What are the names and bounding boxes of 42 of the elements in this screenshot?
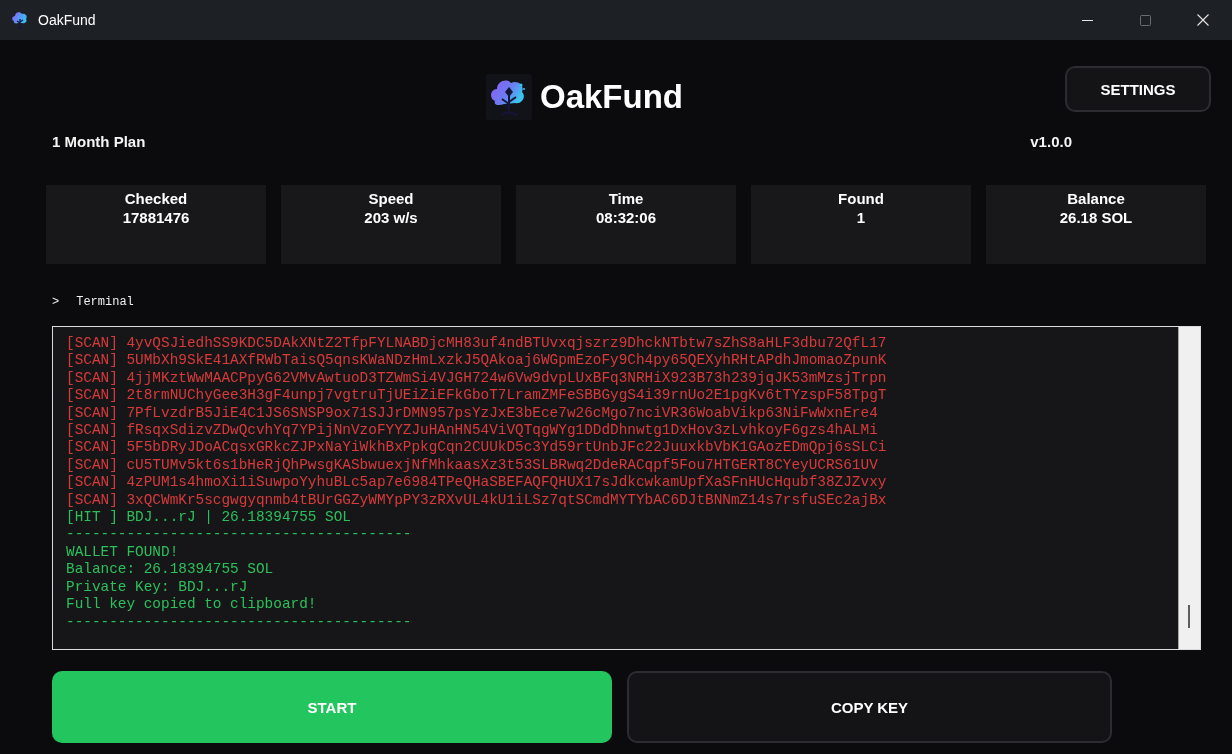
settings-button[interactable]: SETTINGS xyxy=(1065,66,1211,112)
stat-value: 08:32:06 xyxy=(595,208,656,227)
terminal-line: [SCAN] cU5TUMv5kt6s1bHeRjQhPwsgKASbwuexjNfMhkaasXz3t53SLBRwq2DdeRACqpf5Fou7HTGERT8CYeyUCRS61UV xyxy=(66,456,878,475)
copy-key-button[interactable]: COPY KEY xyxy=(627,671,1112,743)
terminal-line: ---------------------------------------- xyxy=(66,526,412,544)
stat-value: 1 xyxy=(856,208,866,227)
stat-label: Time xyxy=(608,189,644,208)
terminal-line: [SCAN] 5F5bDRyJDoACqsxGRkcZJPxNaYiWkhBxPpkgCqn2CUUkD5c3Yd59rtUnbJFc22JuuxkbVbK1GAozEDmQpj6sSLCi xyxy=(66,439,887,457)
stat-label: Speed xyxy=(368,189,414,208)
terminal-prompt: > xyxy=(52,295,60,309)
terminal-line: Private Key: BDJ...rJ xyxy=(66,578,248,597)
terminal-line: [SCAN] 4zPUM1s4hmoXi1iSuwpoYyhuBLc5ap7e6984TPeQHaSBEFAQFQHUX17sJdkcwkamUpfXaSFnHUcHqubf38ZJZvxy xyxy=(66,474,887,492)
scrollbar-thumb[interactable] xyxy=(1188,605,1190,628)
tree-logo-icon xyxy=(11,11,29,29)
terminal-line: [SCAN] 7PfLvzdrB5JiE4C1JS6SNSP9ox71SJJrDMN957psYzJxE3bEce7w26cMgo7nciVR36WoabVikp63NiFwWxnEre4 xyxy=(66,404,878,423)
terminal-line: [SCAN] 3xQCWmKr5scgwgyqnmb4tBUrGGZyWMYpPY3zRXvUL4kU1iLSz7qtSCmdMYTYbAC6DJtBNNmZ14s7rsfuSEc2ajBx xyxy=(66,491,887,510)
terminal-line: [SCAN] 2t8rmNUChyGee3H3gF4unpj7vgtruTjUEiZiEFkGboT7LramZMFeSBBGygS4i39rnUo2E1pgKv6tTYzspF58TpgT xyxy=(66,387,887,405)
tree-logo-icon xyxy=(486,74,532,120)
scrollbar[interactable] xyxy=(1178,327,1200,649)
terminal-line: Full key copied to clipboard! xyxy=(66,596,317,614)
terminal-line: [HIT ] BDJ...rJ | 26.18394755 SOL xyxy=(66,509,351,527)
terminal-line: [SCAN] fRsqxSdizvZDwQcvhYq7YPijNnVzoFYYZJuHAnHN54ViVQTqgWYg1DDdDhnwtg1DxHov3zLvhkoyF6gzs4hALMi xyxy=(66,422,878,440)
version-label: v1.0.0 xyxy=(1030,133,1072,151)
stat-label: Balance xyxy=(1067,189,1125,208)
terminal-line: ---------------------------------------- xyxy=(66,613,412,631)
stat-value: 26.18 SOL xyxy=(1059,208,1133,227)
terminal-line: WALLET FOUND! xyxy=(66,543,179,562)
terminal-line: Balance: 26.18394755 SOL xyxy=(66,561,274,579)
brand-name: OakFund xyxy=(540,77,683,117)
terminal-label: Terminal xyxy=(76,295,134,309)
maximize-icon xyxy=(1139,14,1151,26)
terminal-line: [SCAN] 5UMbXh9SkE41AXfRWbTaisQ5qnsKWaNDzHmLxzkJ5QAkoaj6WGpmEzoFy9Ch4py65QEXyhRHtAPdhJmomaoZpunK xyxy=(66,352,887,370)
window-title: OakFund xyxy=(38,12,96,28)
minimize-icon xyxy=(1081,19,1093,21)
stat-value: 17881476 xyxy=(122,208,190,227)
terminal-line: [SCAN] 4yvQSJiedhSS9KDC5DAkXNtZ2TfpFYLNABDjcMH83uf4ndBTUvxqjszrz9DhckNTbtw7sZhS8aHLF3dbu72QfL17 xyxy=(66,335,887,353)
plan-label: 1 Month Plan xyxy=(52,133,146,151)
close-icon xyxy=(1197,14,1209,26)
terminal-line: [SCAN] 4jjMKztWwMAACPpyG62VMvAwtuoD3TZWmSi4VJGH724w6Vw9dvpLUxBFq3NRHiX923B73h239jqJK53mMzsjTrpn xyxy=(66,369,887,388)
stat-label: Found xyxy=(838,189,884,208)
stat-label: Checked xyxy=(124,189,188,208)
stat-value: 203 w/s xyxy=(364,208,418,227)
